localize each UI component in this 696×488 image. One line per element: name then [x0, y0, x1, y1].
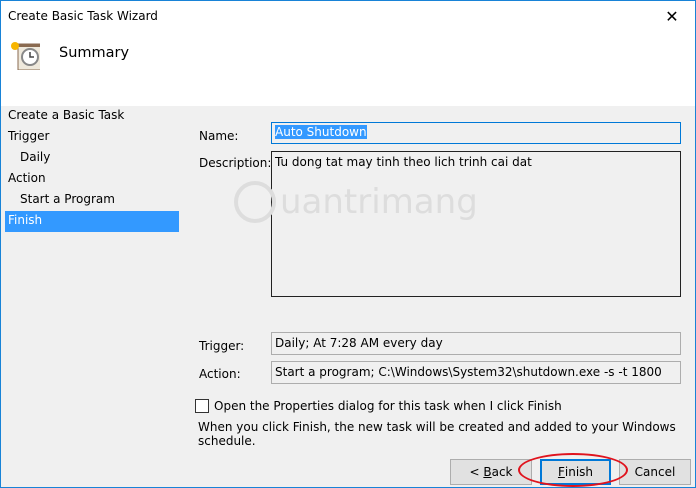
- finish-button[interactable]: Finish: [540, 459, 611, 485]
- step-action: Action: [8, 171, 46, 185]
- title-bar: Create Basic Task Wizard ✕: [1, 1, 695, 33]
- finish-label: inish: [564, 465, 594, 479]
- description-value: Tu dong tat may tinh theo lich trinh cai…: [275, 155, 532, 169]
- page-title: Summary: [59, 45, 130, 61]
- description-label: Description:: [199, 156, 272, 170]
- back-label: ack: [491, 465, 513, 479]
- finish-accesskey: F: [557, 465, 565, 479]
- step-finish: Finish: [5, 211, 179, 232]
- wizard-header: Summary: [1, 33, 695, 106]
- window-title: Create Basic Task Wizard: [8, 9, 158, 23]
- step-start-program: Start a Program: [20, 192, 115, 206]
- back-button[interactable]: < Back: [450, 459, 532, 485]
- wizard-steps: Create a Basic Task Trigger Daily Action…: [1, 106, 181, 232]
- step-create-basic-task: Create a Basic Task: [8, 108, 125, 122]
- task-scheduler-clock-icon: [11, 42, 40, 70]
- cancel-button[interactable]: Cancel: [619, 459, 691, 485]
- description-field[interactable]: Tu dong tat may tinh theo lich trinh cai…: [271, 151, 681, 297]
- open-properties-label[interactable]: Open the Properties dialog for this task…: [214, 399, 562, 413]
- trigger-label: Trigger:: [199, 339, 245, 353]
- name-label: Name:: [199, 129, 239, 143]
- finish-note: When you click Finish, the new task will…: [198, 420, 676, 448]
- close-icon[interactable]: ✕: [649, 1, 695, 32]
- open-properties-checkbox[interactable]: [195, 399, 209, 413]
- action-field: Start a program; C:\Windows\System32\shu…: [271, 361, 681, 384]
- step-daily: Daily: [20, 150, 51, 164]
- trigger-field: Daily; At 7:28 AM every day: [271, 332, 681, 355]
- wizard-window: Create Basic Task Wizard ✕ Summary Creat…: [0, 0, 696, 488]
- back-prefix: <: [469, 465, 484, 479]
- action-label: Action:: [199, 367, 241, 381]
- back-accesskey: B: [483, 465, 492, 479]
- step-trigger: Trigger: [8, 129, 50, 143]
- name-field[interactable]: Auto Shutdown: [271, 122, 681, 144]
- name-value: Auto Shutdown: [275, 125, 367, 139]
